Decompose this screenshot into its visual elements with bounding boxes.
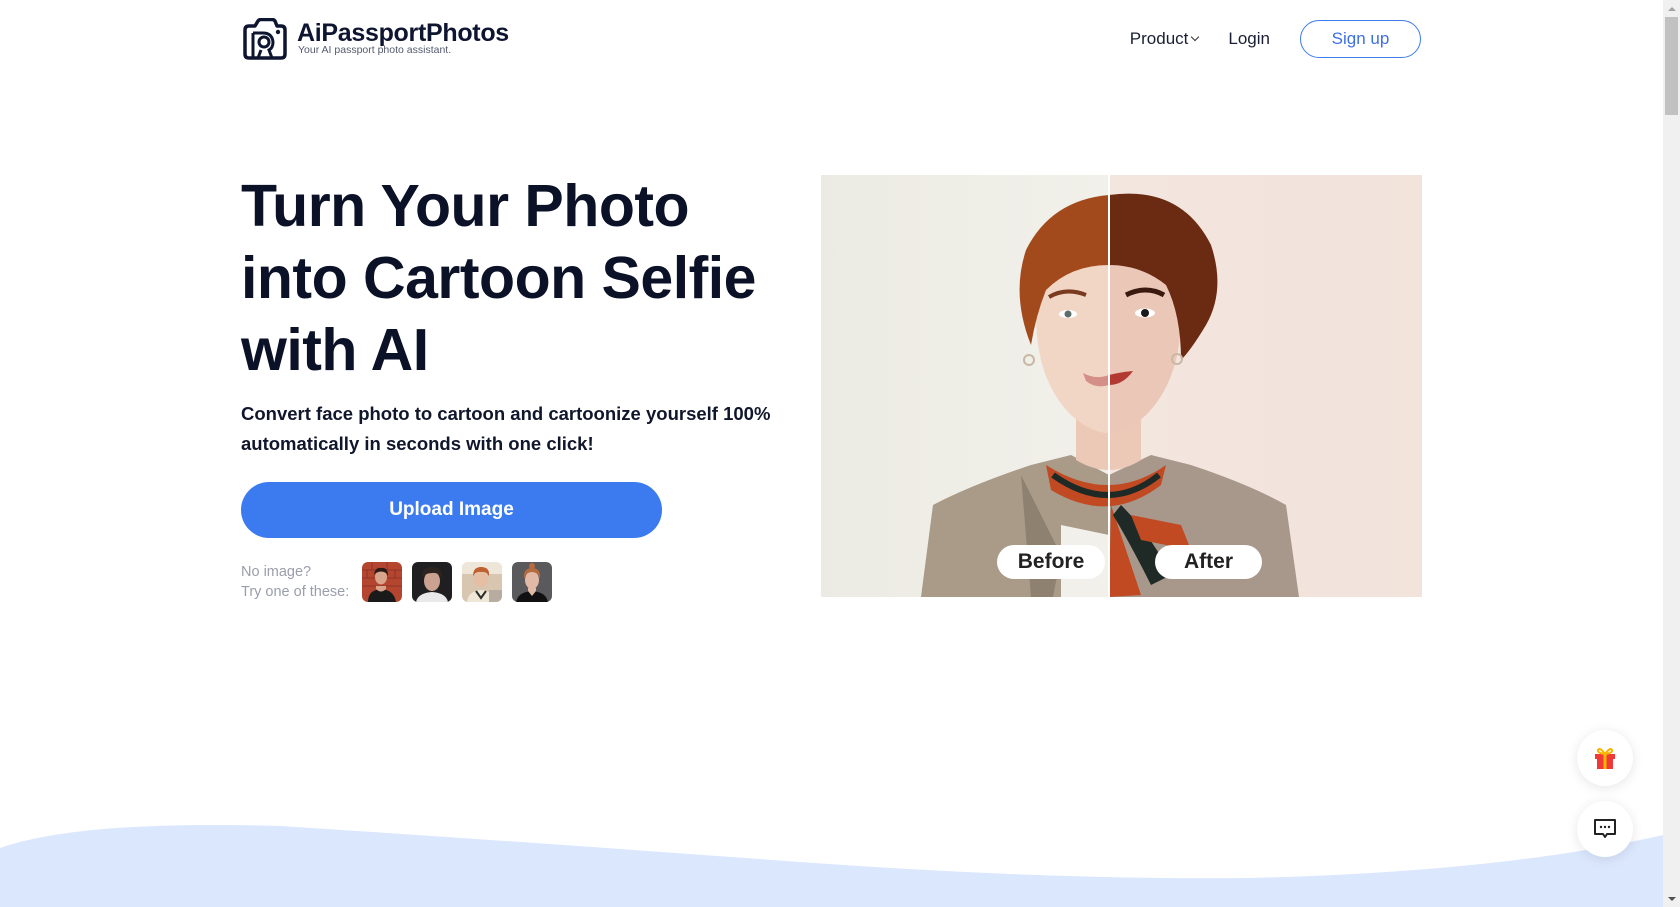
scrollbar-thumb[interactable] bbox=[1665, 17, 1678, 115]
sample-photo-man-dark bbox=[412, 562, 452, 602]
nav-product-label: Product bbox=[1129, 29, 1189, 48]
scroll-down-arrow[interactable] bbox=[1663, 890, 1680, 907]
sample-thumbnail-4[interactable] bbox=[512, 562, 552, 602]
sample-images-label: No image? Try one of these: bbox=[241, 562, 362, 602]
sample-photo-woman-red-brick bbox=[362, 562, 402, 602]
chat-icon bbox=[1594, 819, 1616, 838]
brand-logo[interactable]: AiPassportPhotos Your AI passport photo … bbox=[241, 18, 509, 60]
chat-button[interactable] bbox=[1577, 801, 1633, 857]
sample-photo-woman-grey bbox=[512, 562, 552, 602]
sample-thumbnail-2[interactable] bbox=[412, 562, 452, 602]
sample-images: No image? Try one of these: bbox=[241, 562, 562, 602]
before-label: Before bbox=[997, 545, 1105, 579]
gift-button[interactable] bbox=[1577, 730, 1633, 786]
decorative-wave bbox=[0, 824, 1663, 907]
before-after-comparison[interactable]: Before After bbox=[821, 175, 1422, 597]
hero-subtitle: Convert face photo to cartoon and cartoo… bbox=[241, 403, 771, 454]
sample-thumbnail-3[interactable] bbox=[462, 562, 502, 602]
upload-image-button[interactable]: Upload Image bbox=[241, 482, 662, 538]
hero-title-line: into Cartoon Selfie bbox=[241, 245, 756, 311]
sample-thumbnail-1[interactable] bbox=[362, 562, 402, 602]
chevron-down-icon bbox=[1191, 32, 1200, 42]
vertical-scrollbar[interactable] bbox=[1663, 0, 1680, 907]
hero-title-line: Turn Your Photo bbox=[241, 173, 690, 239]
comparison-photo bbox=[821, 175, 1422, 597]
sample-photo-boy-redhair bbox=[462, 562, 502, 602]
nav-login-link[interactable]: Login bbox=[1228, 29, 1270, 49]
after-label: After bbox=[1155, 545, 1262, 579]
sample-label-line2: Try one of these: bbox=[241, 584, 350, 600]
hero-title-line: with AI bbox=[241, 317, 429, 383]
page: AiPassportPhotos Your AI passport photo … bbox=[0, 0, 1663, 907]
nav-product-dropdown[interactable]: Product bbox=[1129, 29, 1200, 49]
top-nav: Product Login Sign up bbox=[1130, 20, 1421, 58]
camera-icon bbox=[243, 18, 287, 60]
signup-button[interactable]: Sign up bbox=[1300, 20, 1421, 58]
hero-title: Turn Your Photo into Cartoon Selfie with… bbox=[241, 170, 781, 386]
sample-label-line1: No image? bbox=[241, 564, 312, 580]
gift-icon bbox=[1595, 748, 1615, 769]
scroll-up-arrow[interactable] bbox=[1663, 0, 1680, 17]
